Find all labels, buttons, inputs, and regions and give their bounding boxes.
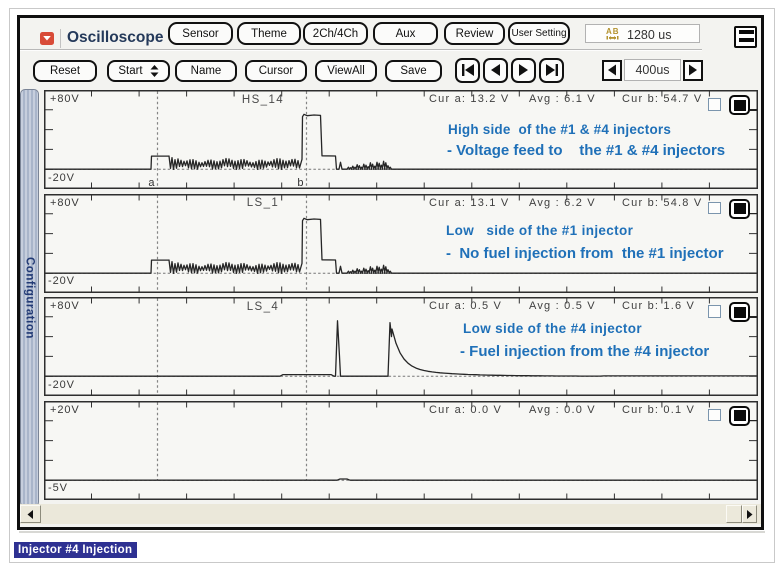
svg-text:AB: AB	[606, 27, 619, 36]
svg-text:b: b	[297, 177, 303, 189]
svg-text:a: a	[148, 177, 155, 189]
